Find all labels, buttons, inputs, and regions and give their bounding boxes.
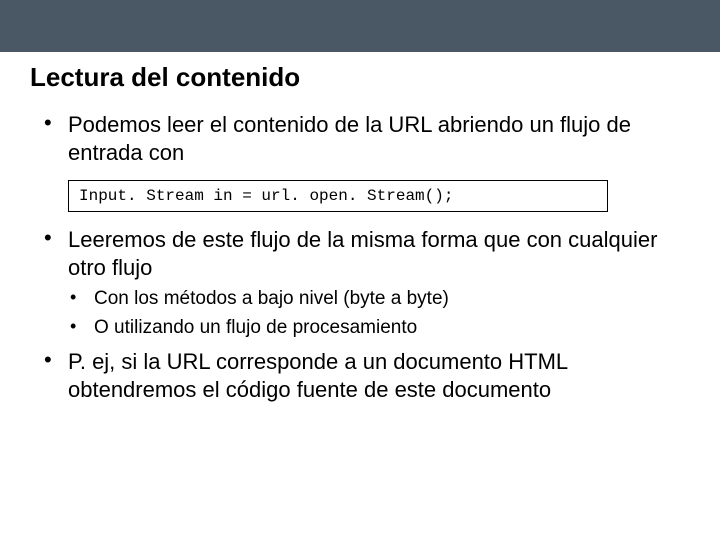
slide-content: Podemos leer el contenido de la URL abri…: [0, 93, 720, 403]
slide-title: Lectura del contenido: [0, 52, 720, 93]
sub-bullet-text: Con los métodos a bajo nivel (byte a byt…: [94, 288, 449, 309]
bullet-text: Podemos leer el contenido de la URL abri…: [68, 112, 631, 165]
code-block: Input. Stream in = url. open. Stream();: [68, 180, 608, 212]
sub-bullet-item: Con los métodos a bajo nivel (byte a byt…: [68, 287, 680, 312]
bullet-list: Podemos leer el contenido de la URL abri…: [40, 111, 680, 166]
bullet-item: Leeremos de este flujo de la misma forma…: [40, 226, 680, 340]
bullet-item: Podemos leer el contenido de la URL abri…: [40, 111, 680, 166]
sub-bullet-text: O utilizando un flujo de procesamiento: [94, 317, 417, 338]
bullet-text: P. ej, si la URL corresponde a un docume…: [68, 349, 567, 402]
bullet-item: P. ej, si la URL corresponde a un docume…: [40, 348, 680, 403]
sub-bullet-item: O utilizando un flujo de procesamiento: [68, 316, 680, 341]
sub-bullet-list: Con los métodos a bajo nivel (byte a byt…: [68, 287, 680, 340]
bullet-list: Leeremos de este flujo de la misma forma…: [40, 226, 680, 403]
slide-top-bar: [0, 0, 720, 52]
bullet-text: Leeremos de este flujo de la misma forma…: [68, 227, 657, 280]
